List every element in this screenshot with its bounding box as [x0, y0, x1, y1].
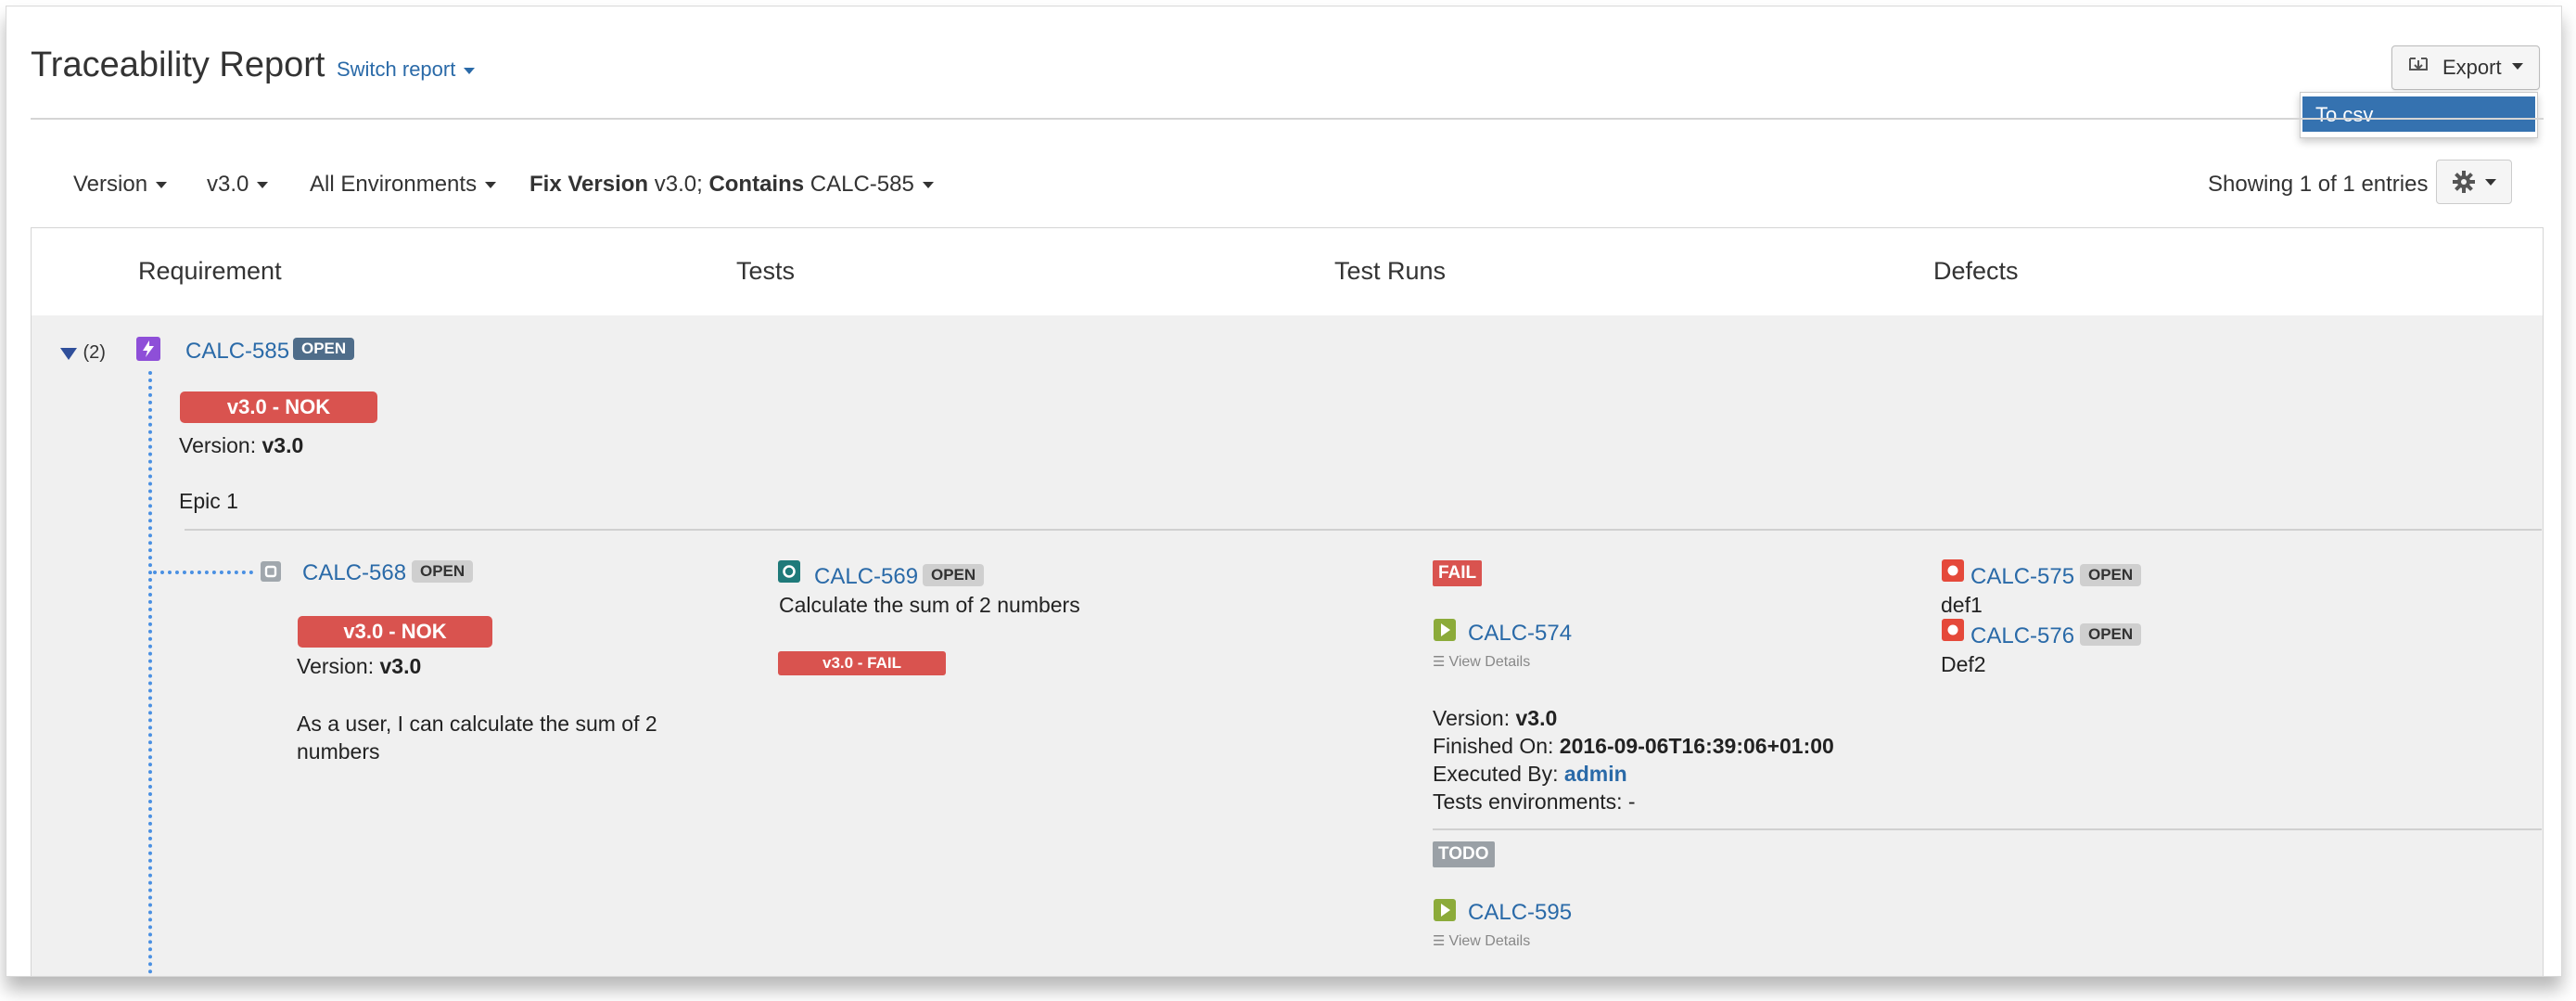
chevron-down-icon: [485, 182, 497, 189]
coverage-badge: v3.0 - NOK: [298, 616, 492, 648]
divider: [31, 118, 2544, 120]
environments-label: Tests environments:: [1433, 789, 1623, 814]
tree-vertical-line: [148, 371, 152, 974]
table-header: [32, 228, 2543, 315]
child-requirement-link[interactable]: CALC-568: [302, 560, 406, 586]
epic-icon: [136, 337, 160, 361]
fix-version-label: Fix Version: [529, 172, 649, 197]
column-defects: Defects: [1933, 257, 2019, 285]
entries-count: Showing 1 of 1 entries: [2208, 172, 2429, 197]
column-requirement: Requirement: [138, 257, 282, 285]
environments-value: -: [1627, 789, 1636, 814]
test-icon: [778, 560, 800, 583]
run-environments: Tests environments: -: [1433, 789, 1636, 815]
export-button[interactable]: Export: [2391, 45, 2540, 90]
chevron-down-icon: [2512, 63, 2523, 70]
view-details-link[interactable]: ☰ View Details: [1433, 932, 1530, 950]
bug-icon: [1942, 559, 1964, 582]
version-label: Version:: [179, 433, 257, 457]
expand-toggle[interactable]: (2): [58, 342, 106, 364]
fix-version-value: v3.0;: [654, 172, 703, 197]
finished-label: Finished On:: [1433, 734, 1554, 758]
play-icon: [1434, 619, 1456, 641]
details-icon: ☰: [1433, 653, 1446, 670]
menu-item-label: To csv: [2315, 103, 2374, 126]
switch-report-label: Switch report: [336, 58, 456, 81]
coverage-badge: v3.0 - NOK: [180, 391, 377, 423]
test-link[interactable]: CALC-569: [814, 564, 918, 590]
run-divider: [1433, 828, 2542, 830]
column-test-runs: Test Runs: [1334, 257, 1447, 285]
details-icon: ☰: [1433, 932, 1446, 949]
triangle-down-icon: [60, 347, 77, 360]
version-value: v3.0: [1515, 706, 1558, 730]
defect-link[interactable]: CALC-576: [1970, 623, 2074, 649]
contains-label: Contains: [708, 172, 805, 197]
test-run-link[interactable]: CALC-574: [1468, 621, 1572, 647]
download-icon: [2409, 58, 2428, 71]
switch-report-link[interactable]: Switch report: [336, 58, 476, 81]
status-badge: OPEN: [2080, 564, 2142, 586]
finished-value: 2016-09-06T16:39:06+01:00: [1559, 734, 1834, 758]
run-status-badge: FAIL: [1433, 560, 1483, 586]
chevron-down-icon: [922, 182, 934, 189]
status-badge: OPEN: [293, 338, 355, 360]
status-badge: OPEN: [923, 564, 985, 586]
child-version: Version: v3.0: [297, 654, 421, 679]
chevron-down-icon: [257, 182, 269, 189]
settings-button[interactable]: [2436, 160, 2512, 204]
version-label: Version:: [297, 654, 375, 678]
filter-version-label: Version: [73, 172, 148, 197]
bug-icon: [1942, 619, 1964, 641]
test-summary: Calculate the sum of 2 numbers: [779, 593, 1080, 617]
requirement-version: Version: v3.0: [179, 433, 303, 458]
filter-version-value-label: v3.0: [207, 172, 249, 197]
view-details-label: View Details: [1448, 933, 1531, 949]
contains-value: CALC-585: [810, 172, 914, 197]
row-divider: [185, 529, 2542, 531]
export-label: Export: [2442, 56, 2502, 79]
chevron-down-icon: [464, 67, 476, 74]
test-run-link[interactable]: CALC-595: [1468, 900, 1572, 926]
version-value: v3.0: [379, 654, 422, 678]
requirement-link[interactable]: CALC-585: [185, 339, 289, 365]
child-summary: As a user, I can calculate the sum of 2 …: [297, 712, 657, 764]
expand-count: (2): [83, 342, 106, 363]
version-label: Version:: [1433, 706, 1511, 730]
chevron-down-icon: [156, 182, 168, 189]
menu-item-to-csv[interactable]: To csv: [2302, 96, 2535, 132]
story-icon: [261, 561, 281, 582]
tree-horizontal-line: [153, 571, 253, 574]
filter-environments-label: All Environments: [310, 172, 478, 197]
requirement-summary: Epic 1: [179, 489, 238, 513]
filter-environments[interactable]: All Environments: [310, 172, 497, 198]
filter-version[interactable]: Version: [73, 172, 168, 198]
defect-summary: Def2: [1941, 652, 1986, 676]
test-result-badge: v3.0 - FAIL: [778, 651, 946, 675]
run-executed-by: Executed By: admin: [1433, 762, 1627, 787]
run-version: Version: v3.0: [1433, 706, 1557, 731]
defect-link[interactable]: CALC-575: [1970, 564, 2074, 590]
report-panel: Traceability Report Switch report Export…: [6, 6, 2562, 977]
view-details-link[interactable]: ☰ View Details: [1433, 653, 1530, 671]
page-title: Traceability Report: [31, 45, 325, 84]
status-badge: OPEN: [412, 560, 474, 583]
column-tests: Tests: [736, 257, 796, 285]
filter-version-value[interactable]: v3.0: [207, 172, 269, 198]
version-value: v3.0: [261, 433, 304, 457]
run-status-badge: TODO: [1433, 841, 1495, 867]
executed-label: Executed By:: [1433, 762, 1559, 786]
gear-icon: [2453, 171, 2475, 193]
play-icon: [1434, 899, 1456, 921]
status-badge: OPEN: [2080, 623, 2142, 646]
title-row: Traceability Report Switch report: [31, 45, 476, 85]
export-menu: To csv: [2300, 92, 2538, 138]
filter-query[interactable]: Fix Version v3.0; Contains CALC-585: [529, 172, 934, 198]
traceability-table: [31, 227, 2544, 976]
executor-link[interactable]: admin: [1564, 762, 1627, 786]
view-details-label: View Details: [1448, 654, 1531, 670]
chevron-down-icon: [2485, 179, 2496, 186]
run-finished: Finished On: 2016-09-06T16:39:06+01:00: [1433, 734, 1834, 759]
defect-summary: def1: [1941, 593, 1983, 617]
